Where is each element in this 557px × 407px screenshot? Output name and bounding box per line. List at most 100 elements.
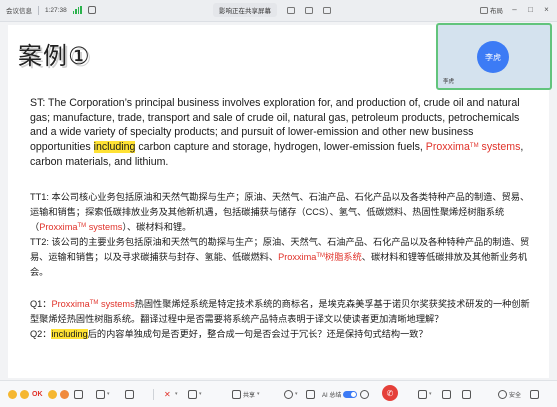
ai-summary-button[interactable]: AI 总结 bbox=[322, 387, 358, 401]
close-icon[interactable]: × bbox=[542, 6, 551, 14]
security-label: 安全 bbox=[509, 392, 522, 399]
questions-block: Q1：ProxximaTM systems热固性聚烯烃系统是特定技术系统的商标名… bbox=[30, 297, 535, 342]
meeting-info-button[interactable]: 会议信息 bbox=[6, 5, 32, 15]
hand-icon bbox=[125, 389, 134, 399]
tt1-proxxima-systems: systems bbox=[86, 222, 123, 233]
apps-icon bbox=[306, 389, 315, 399]
avatar: 李虎 bbox=[477, 41, 509, 73]
source-text-mid: carbon capture and storage, hydrogen, lo… bbox=[135, 141, 426, 154]
notes-icon bbox=[462, 389, 471, 399]
chevron-down-icon: ▾ bbox=[199, 391, 202, 397]
end-call-button[interactable]: ✆ bbox=[382, 385, 398, 401]
share-label: 共享 bbox=[243, 392, 256, 399]
ai-summary-label: AI 总结 bbox=[322, 392, 342, 399]
shield-icon bbox=[498, 389, 507, 399]
record-button[interactable]: ▾ bbox=[284, 387, 298, 401]
chevron-down-icon: ▾ bbox=[175, 391, 178, 397]
question-q2: Q2：including后的内容单独成句是否更好，整合成一句是否会过于冗长？还是… bbox=[30, 327, 535, 342]
chevron-down-icon: ▾ bbox=[295, 391, 298, 397]
reaction-emoji-1[interactable] bbox=[8, 387, 17, 401]
tt1-trademark-sup: TM bbox=[77, 223, 87, 230]
whiteboard-button[interactable] bbox=[442, 387, 451, 401]
bottom-toolbar: OK ▾ ✕ ▾ ▾ 共享 ▾ ▾ AI 总结 ✆ ▾ 安全 bbox=[0, 380, 557, 407]
translation-block: TT1: 本公司核心业务包括原油和天然气勘探与生产；原油、天然气、石油产品、石化… bbox=[30, 190, 535, 281]
chevron-down-icon: ▾ bbox=[429, 391, 432, 397]
clap-icon bbox=[60, 389, 69, 399]
maximize-icon[interactable]: □ bbox=[526, 6, 535, 14]
meeting-window: 会议信息 1:27:38 影响正在共享屏幕 布局 – □ × 案例① ST: T… bbox=[0, 0, 557, 407]
highlighted-including: including bbox=[93, 141, 136, 154]
more-options-button[interactable] bbox=[530, 387, 539, 401]
divider bbox=[38, 5, 39, 15]
chat-button[interactable]: ▾ bbox=[96, 387, 110, 401]
smile-icon bbox=[48, 389, 57, 399]
participants-icon bbox=[418, 389, 427, 399]
reaction-emoji-3[interactable] bbox=[48, 387, 57, 401]
tt2-trademark-sup: TM bbox=[316, 253, 326, 260]
reaction-more[interactable] bbox=[74, 387, 83, 401]
mic-button[interactable]: ✕ ▾ bbox=[164, 387, 178, 401]
tt1-suffix: ）、碳材料和锂。 bbox=[122, 222, 192, 233]
top-bar-right: 布局 – □ × bbox=[480, 5, 551, 15]
participants-button[interactable]: ▾ bbox=[418, 387, 432, 401]
more-reactions-icon bbox=[74, 389, 83, 399]
whiteboard-icon bbox=[442, 389, 451, 399]
top-bar-center: 影响正在共享屏幕 bbox=[213, 3, 331, 17]
hang-up-icon: ✆ bbox=[386, 388, 394, 398]
more-button[interactable] bbox=[306, 387, 315, 401]
fullscreen-icon[interactable] bbox=[323, 6, 331, 14]
q2-highlighted-including: including bbox=[51, 329, 88, 340]
emoji-icon bbox=[8, 389, 17, 399]
translation-tt2: TT2: 该公司的主要业务包括原油和天然气的勘探与生产；原油、天然气、石油产品、… bbox=[30, 235, 535, 280]
q2-prefix: Q2： bbox=[30, 329, 52, 340]
screen-icon[interactable] bbox=[88, 6, 97, 14]
share-button[interactable]: 共享 ▾ bbox=[232, 387, 260, 401]
divider bbox=[153, 389, 154, 400]
top-bar-left: 会议信息 1:27:38 bbox=[6, 5, 97, 15]
participant-video-tile[interactable]: 李虎 李虎 bbox=[436, 23, 552, 90]
q1-trademark-sup: TM bbox=[89, 300, 99, 306]
security-button[interactable]: 安全 bbox=[498, 387, 521, 401]
q1-prefix: Q1： bbox=[30, 299, 52, 309]
proxxima-term: ProxximaTM systems bbox=[426, 141, 521, 153]
more-icon bbox=[530, 389, 539, 399]
chevron-down-icon: ▾ bbox=[107, 391, 110, 397]
gear-icon bbox=[360, 389, 369, 399]
camera-button[interactable]: ▾ bbox=[188, 387, 202, 401]
source-text-paragraph: ST: The Corporation’s principal business… bbox=[30, 96, 535, 170]
reaction-ok[interactable]: OK bbox=[32, 387, 43, 401]
ai-summary-toggle[interactable] bbox=[343, 390, 358, 398]
layout-button[interactable]: 布局 bbox=[480, 5, 503, 15]
proxxima-systems: systems bbox=[478, 141, 521, 154]
pip-icon[interactable] bbox=[305, 6, 313, 14]
record-icon bbox=[284, 389, 293, 399]
tt1-proxxima-term: ProxximaTM systems bbox=[39, 222, 122, 232]
tt2-resin: 树脂系统 bbox=[325, 252, 362, 263]
layout-icon bbox=[480, 6, 488, 14]
slide-title: 案例① bbox=[18, 42, 91, 70]
sharing-status[interactable]: 影响正在共享屏幕 bbox=[213, 3, 277, 17]
reaction-emoji-4[interactable] bbox=[60, 387, 69, 401]
top-bar: 会议信息 1:27:38 影响正在共享屏幕 布局 – □ × bbox=[0, 0, 557, 22]
proxxima-name: Proxxima bbox=[425, 141, 470, 154]
tt2-proxxima-term: ProxximaTM树脂系统 bbox=[278, 252, 362, 262]
reaction-emoji-2[interactable] bbox=[20, 387, 29, 401]
notes-button[interactable] bbox=[462, 387, 471, 401]
q1-proxxima-systems: systems bbox=[98, 299, 135, 309]
raise-hand-button[interactable] bbox=[125, 387, 134, 401]
signal-icon[interactable] bbox=[72, 6, 83, 14]
annotate-icon[interactable] bbox=[287, 6, 295, 14]
ok-label: OK bbox=[32, 390, 43, 398]
share-screen-icon bbox=[232, 389, 241, 399]
q1-proxxima-name: Proxxima bbox=[51, 299, 90, 309]
minimize-icon[interactable]: – bbox=[510, 6, 519, 14]
camera-off-icon bbox=[188, 389, 197, 399]
chevron-down-icon: ▾ bbox=[257, 391, 260, 397]
participant-name: 李虎 bbox=[443, 79, 455, 85]
thumbs-up-icon bbox=[20, 389, 29, 399]
mic-off-icon: ✕ bbox=[164, 389, 171, 399]
q1-proxxima-term: ProxximaTM systems bbox=[51, 299, 134, 309]
chat-icon bbox=[96, 389, 105, 399]
trademark-sup: TM bbox=[469, 143, 479, 150]
settings-button[interactable] bbox=[360, 387, 369, 401]
